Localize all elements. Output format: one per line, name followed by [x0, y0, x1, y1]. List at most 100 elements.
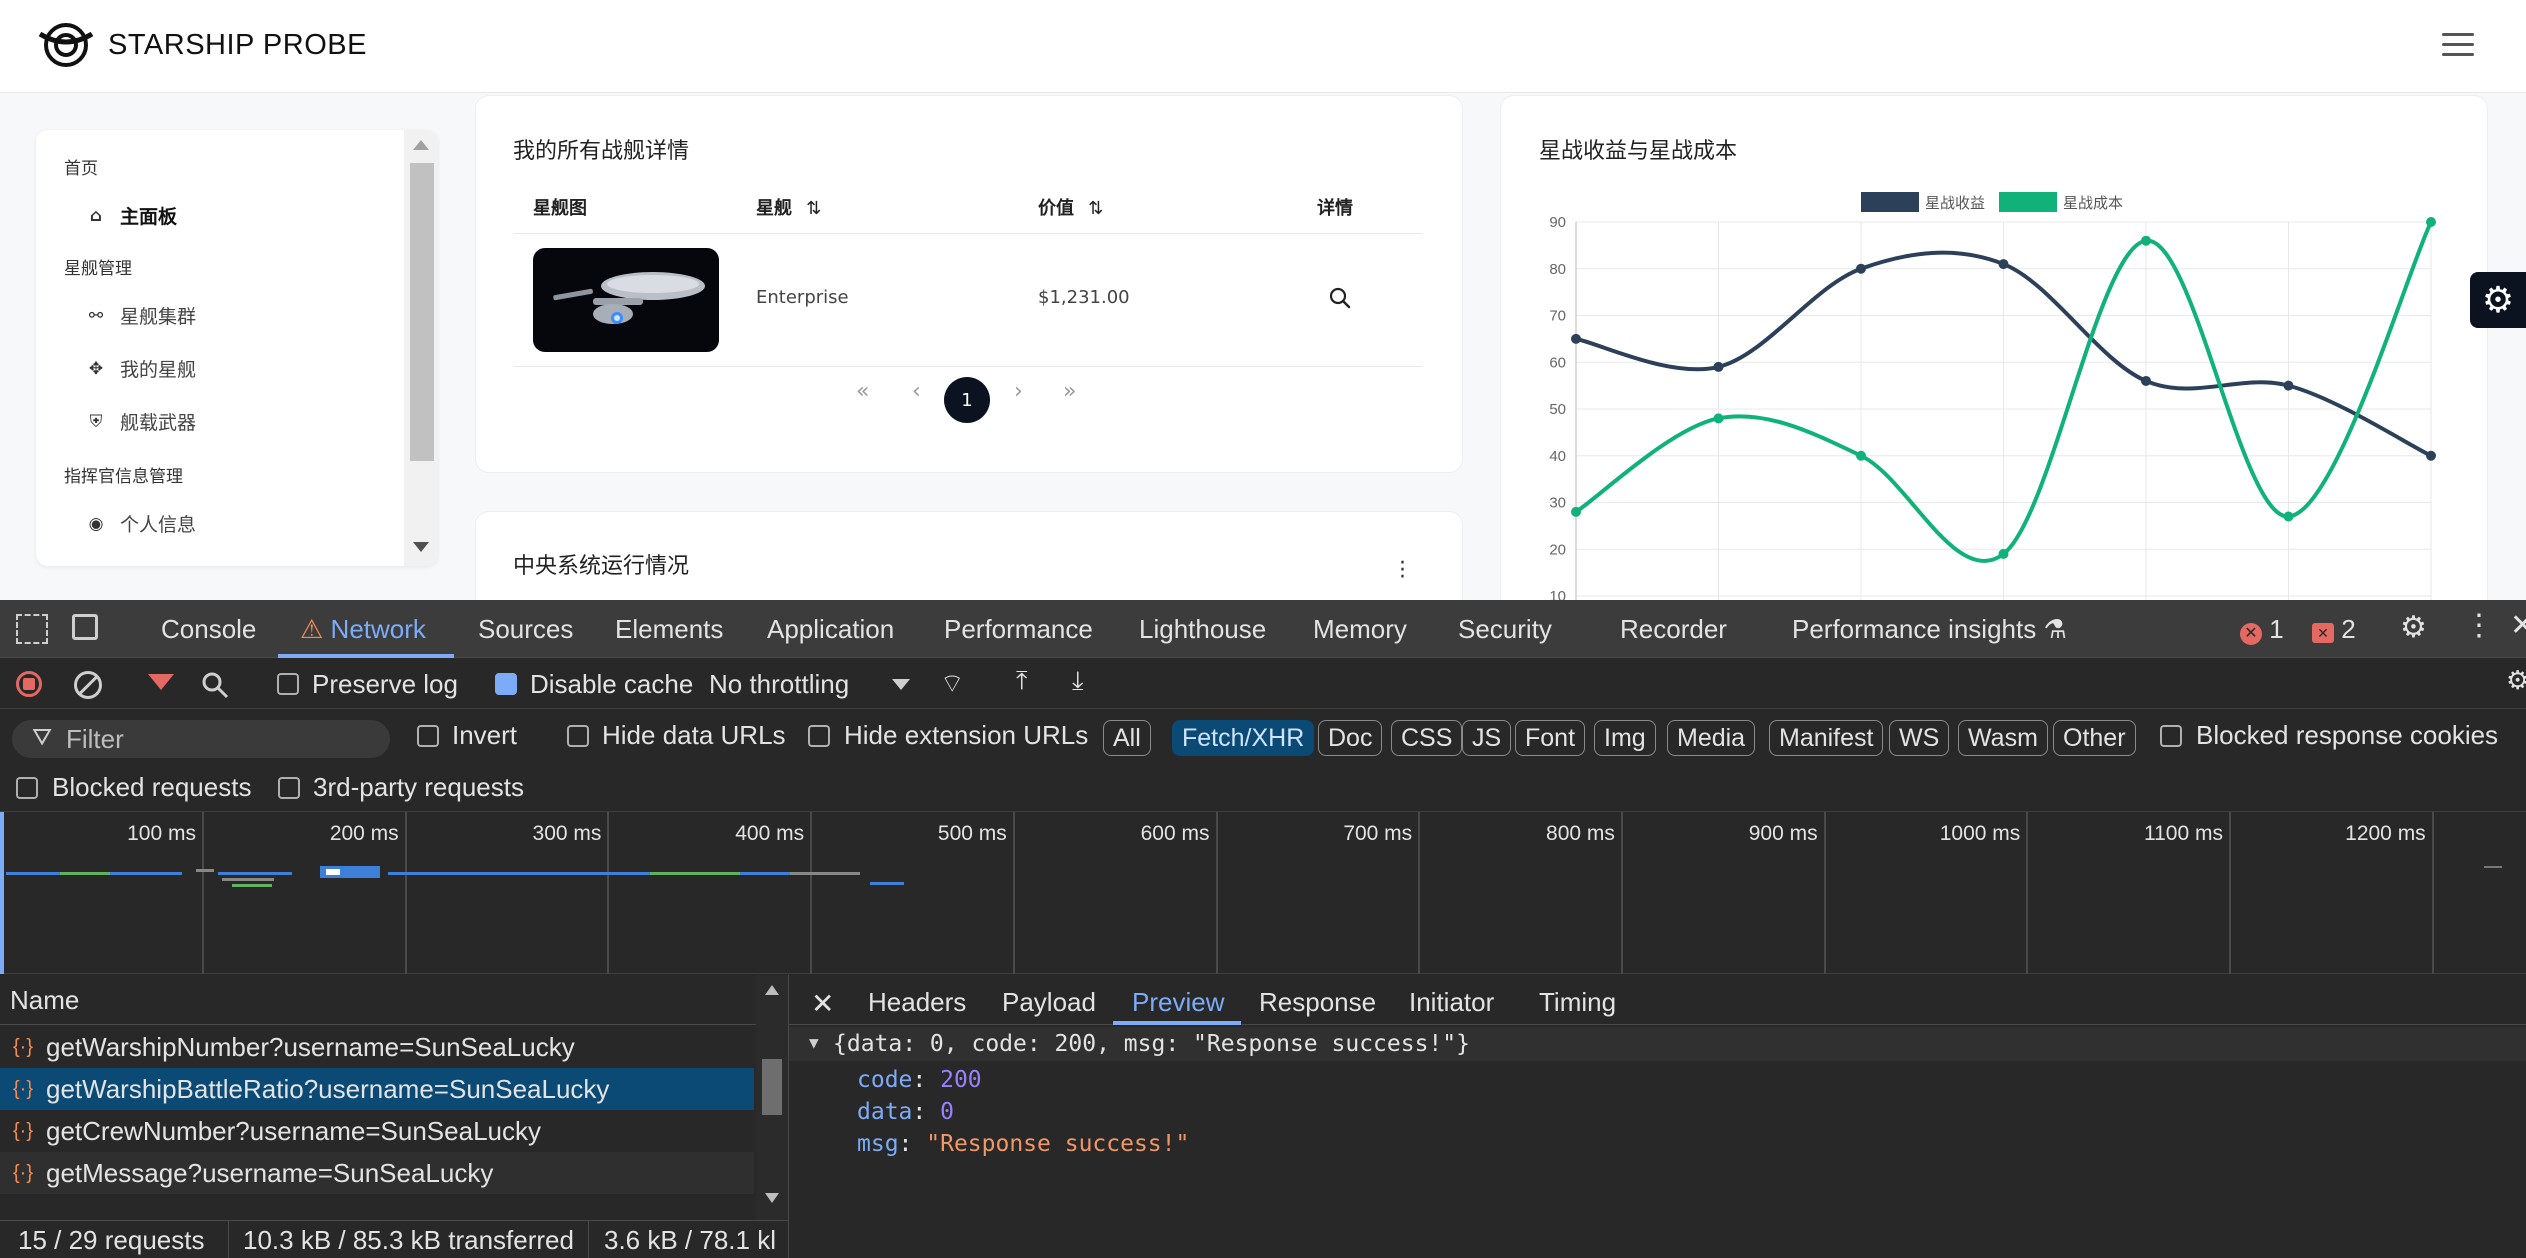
filter-chip-font[interactable]: Font [1515, 720, 1586, 756]
filter-chip-other[interactable]: Other [2053, 720, 2136, 756]
throttling-select[interactable]: No throttling [709, 669, 849, 700]
search-icon[interactable] [201, 671, 229, 699]
device-toolbar-icon[interactable] [72, 614, 98, 640]
first-page-button[interactable]: « [856, 379, 869, 404]
sidebar-scrollbar[interactable] [404, 130, 438, 566]
scroll-down-icon[interactable] [413, 542, 429, 552]
tab-response[interactable]: Response [1259, 987, 1376, 1018]
filter-chip-img[interactable]: Img [1594, 720, 1656, 756]
filter-chip-doc[interactable]: Doc [1318, 720, 1383, 756]
last-page-button[interactable]: » [1063, 379, 1076, 404]
sidebar-item-dashboard[interactable]: ⌂ 主面板 [86, 202, 177, 229]
tab-preview[interactable]: Preview [1132, 987, 1224, 1018]
issue-count[interactable]: ✕ 2 [2312, 614, 2356, 645]
scroll-up-icon[interactable] [765, 985, 779, 995]
sort-icon[interactable]: ⇅ [806, 198, 821, 219]
more-options-icon[interactable]: · · · [1399, 553, 1406, 589]
tab-security[interactable]: Security [1458, 614, 1552, 645]
filter-chip-css[interactable]: CSS [1391, 720, 1463, 756]
preview-summary-row[interactable]: ▼ {data: 0, code: 200, msg: "Response su… [789, 1027, 2526, 1061]
tab-timing[interactable]: Timing [1539, 987, 1616, 1018]
current-page-button[interactable]: 1 [944, 377, 990, 423]
tab-elements[interactable]: Elements [615, 614, 723, 645]
disable-cache-checkbox[interactable] [495, 673, 517, 695]
expand-triangle-icon[interactable]: ▼ [809, 1033, 819, 1052]
filter-chip-all[interactable]: All [1103, 720, 1151, 756]
name-column-header[interactable]: Name [0, 975, 756, 1025]
third-party-checkbox[interactable] [278, 777, 300, 799]
hide-extension-urls-checkbox[interactable] [808, 725, 830, 747]
sidebar-item-label: 我的星舰 [120, 359, 197, 381]
request-row[interactable]: {·} getWarshipNumber?username=SunSeaLuck… [0, 1026, 754, 1068]
scroll-up-icon[interactable] [413, 140, 429, 150]
filter-chip-manifest[interactable]: Manifest [1769, 720, 1884, 756]
more-menu-icon[interactable]: ⋮ [2464, 608, 2494, 643]
filter-icon[interactable] [148, 674, 174, 690]
clear-icon[interactable] [74, 671, 102, 699]
request-row[interactable]: {·} getCrewNumber?username=SunSeaLucky [0, 1110, 754, 1152]
tab-recorder[interactable]: Recorder [1620, 614, 1727, 645]
blocked-cookies-checkbox[interactable] [2160, 725, 2182, 747]
timeline-tick-label: 200 ms [329, 822, 399, 845]
warship-thumbnail[interactable] [533, 248, 719, 352]
tab-performance-insights[interactable]: Performance insights ⚗ [1792, 614, 2067, 645]
tab-network[interactable]: ⚠ Network [300, 614, 426, 645]
scroll-down-icon[interactable] [765, 1193, 779, 1203]
blocked-requests-checkbox[interactable] [16, 777, 38, 799]
invert-checkbox[interactable] [417, 725, 439, 747]
tab-performance[interactable]: Performance [944, 614, 1093, 645]
search-icon[interactable] [1329, 287, 1351, 309]
tab-initiator[interactable]: Initiator [1409, 987, 1494, 1018]
stop-recording-icon[interactable] [16, 671, 42, 697]
network-toolbar: Preserve log Disable cache No throttling… [0, 659, 2526, 709]
tab-lighthouse[interactable]: Lighthouse [1139, 614, 1266, 645]
field-value: 0 [940, 1099, 954, 1125]
import-har-icon[interactable]: ⤒ [1016, 665, 1028, 697]
request-list-scrollbar[interactable] [756, 975, 788, 1220]
devtools-settings-icon[interactable]: ⚙ [2400, 610, 2427, 645]
divider [513, 233, 1423, 234]
sidebar-item-weapons[interactable]: ⛨ 舰载武器 [86, 408, 196, 435]
settings-gear-icon[interactable]: ⚙ [2470, 272, 2526, 328]
prev-page-button[interactable]: ‹ [912, 379, 921, 404]
column-header-value[interactable]: 价值 ⇅ [1038, 194, 1103, 220]
preserve-log-checkbox[interactable] [277, 673, 299, 695]
filter-chip-media[interactable]: Media [1667, 720, 1756, 756]
filter-chip-ws[interactable]: WS [1889, 720, 1950, 756]
network-settings-icon[interactable]: ⚙ [2506, 665, 2526, 696]
hide-data-urls-checkbox[interactable] [567, 725, 589, 747]
menu-icon[interactable] [2442, 33, 2474, 59]
tab-memory[interactable]: Memory [1313, 614, 1407, 645]
y-tick-label: 20 [1549, 541, 1566, 558]
tab-application[interactable]: Application [767, 614, 894, 645]
filter-chip-wasm[interactable]: Wasm [1958, 720, 2048, 756]
close-detail-icon[interactable]: ✕ [811, 987, 834, 1020]
tab-sources[interactable]: Sources [478, 614, 573, 645]
request-row-selected[interactable]: {·} getWarshipBattleRatio?username=SunSe… [0, 1068, 754, 1110]
scrollbar-thumb[interactable] [762, 1059, 782, 1115]
sidebar-item-ship-cluster[interactable]: ⚯ 星舰集群 [86, 302, 196, 329]
network-conditions-icon[interactable]: ⌔ [940, 667, 964, 700]
tab-payload[interactable]: Payload [1002, 987, 1096, 1018]
brand[interactable]: STARSHIP PROBE [38, 20, 367, 70]
sidebar-item-profile[interactable]: ◉ 个人信息 [86, 510, 196, 537]
column-header-ship[interactable]: 星舰 ⇅ [756, 194, 821, 220]
network-overview-timeline[interactable]: 100 ms 200 ms 300 ms 400 ms 500 ms 600 ms 700 … [0, 812, 2526, 974]
error-count[interactable]: ✕ 1 [2240, 614, 2284, 645]
next-page-button[interactable]: › [1014, 379, 1023, 404]
tab-console[interactable]: Console [161, 614, 256, 645]
scrollbar-thumb[interactable] [410, 163, 434, 461]
request-row[interactable]: {·} getMessage?username=SunSeaLucky [0, 1152, 754, 1194]
tab-headers[interactable]: Headers [868, 987, 966, 1018]
filter-chip-fetch-xhr[interactable]: Fetch/XHR [1172, 720, 1315, 756]
sort-icon[interactable]: ⇅ [1088, 198, 1103, 219]
inspect-element-icon[interactable] [16, 614, 48, 644]
close-devtools-icon[interactable]: ✕ [2510, 608, 2526, 643]
column-header-details: 详情 [1317, 198, 1353, 219]
timeline-left-handle[interactable] [0, 812, 4, 974]
sidebar-item-my-ships[interactable]: ✥ 我的星舰 [86, 355, 196, 382]
filter-chip-js[interactable]: JS [1462, 720, 1512, 756]
chevron-down-icon[interactable] [892, 679, 910, 690]
filter-input[interactable]: ⛛ Filter [12, 720, 390, 758]
export-har-icon[interactable]: ⤓ [1072, 665, 1084, 697]
